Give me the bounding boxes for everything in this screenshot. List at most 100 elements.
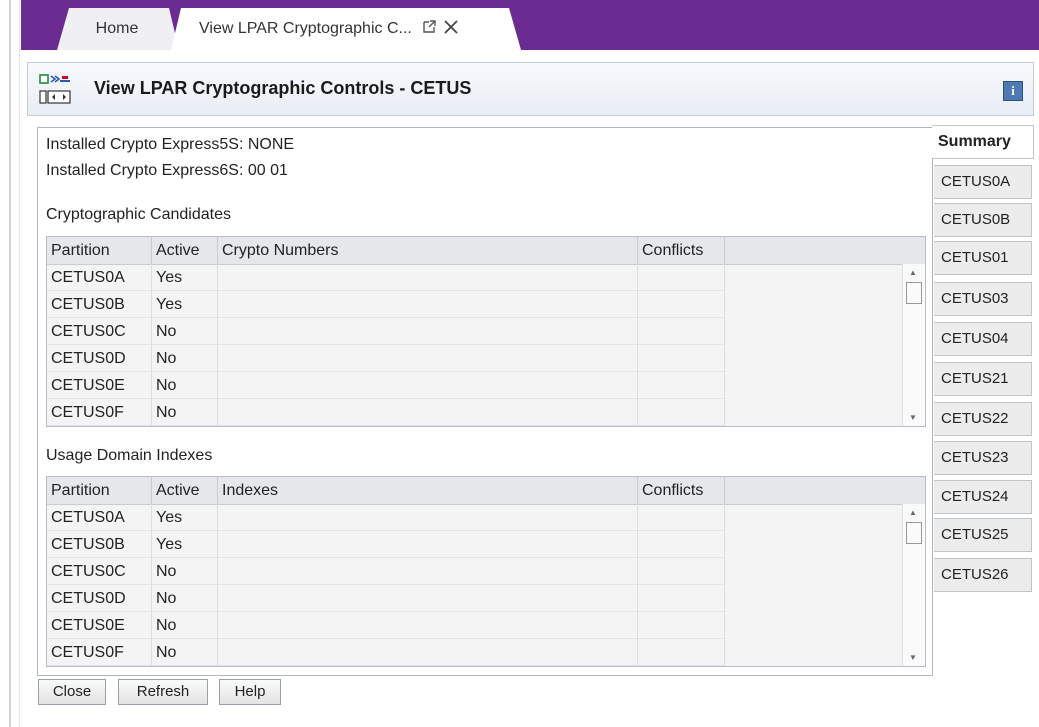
partition-cell: CETUS0D	[47, 585, 152, 612]
close-button[interactable]: Close	[38, 679, 106, 705]
scroll-down-icon[interactable]: ▼	[909, 653, 917, 662]
indexes-cell	[218, 531, 638, 558]
crypto-express6s-info: Installed Crypto Express6S: 00 01	[46, 162, 288, 179]
column-header[interactable]: Active	[152, 237, 218, 264]
scroll-thumb[interactable]	[906, 522, 922, 544]
table-row[interactable]: CETUS0D No	[47, 345, 907, 372]
crypto-numbers-cell	[218, 399, 638, 426]
active-cell: Yes	[152, 504, 218, 531]
table-row[interactable]: CETUS0B Yes	[47, 291, 907, 318]
side-tab-summary[interactable]: Summary	[932, 125, 1034, 159]
column-header[interactable]: Active	[152, 477, 218, 504]
column-header[interactable]: Partition	[47, 237, 152, 264]
column-header[interactable]: Conflicts	[638, 477, 725, 504]
table-row[interactable]: CETUS0F No	[47, 399, 907, 426]
indexes-cell	[218, 639, 638, 666]
table-header: Partition Active Indexes Conflicts	[47, 477, 925, 505]
table-row[interactable]: CETUS0C No	[47, 318, 907, 345]
side-tab-cetus26[interactable]: CETUS26	[934, 558, 1032, 592]
table-row[interactable]: CETUS0A Yes	[47, 504, 907, 531]
active-cell: Yes	[152, 291, 218, 318]
partition-cell: CETUS0B	[47, 531, 152, 558]
side-tab-cetus01[interactable]: CETUS01	[934, 241, 1032, 275]
side-tab-cetus04[interactable]: CETUS04	[934, 322, 1032, 356]
table-row[interactable]: CETUS0C No	[47, 558, 907, 585]
active-cell: No	[152, 372, 218, 399]
crypto-numbers-cell	[218, 264, 638, 291]
help-button[interactable]: Help	[219, 679, 281, 705]
scroll-up-icon[interactable]: ▲	[909, 268, 917, 277]
summary-panel: Installed Crypto Express5S: NONE Install…	[37, 127, 933, 676]
active-cell: No	[152, 318, 218, 345]
page-header: View LPAR Cryptographic Controls - CETUS…	[27, 62, 1034, 116]
conflicts-cell	[638, 612, 725, 639]
crypto-numbers-cell	[218, 372, 638, 399]
active-cell: No	[152, 585, 218, 612]
side-tab-cetus23[interactable]: CETUS23	[934, 441, 1032, 475]
table-row[interactable]: CETUS0A Yes	[47, 264, 907, 291]
candidates-scrollbar[interactable]: ▲ ▼	[902, 264, 925, 426]
conflicts-cell	[638, 639, 725, 666]
conflicts-cell	[638, 504, 725, 531]
conflicts-cell	[638, 558, 725, 585]
column-header[interactable]: Partition	[47, 477, 152, 504]
table-row[interactable]: CETUS0F No	[47, 639, 907, 666]
side-tab-cetus0a[interactable]: CETUS0A	[934, 165, 1032, 199]
scroll-up-icon[interactable]: ▲	[909, 508, 917, 517]
crypto-numbers-cell	[218, 291, 638, 318]
active-cell: No	[152, 345, 218, 372]
conflicts-cell	[638, 318, 725, 345]
popout-icon[interactable]	[422, 19, 437, 39]
scroll-down-icon[interactable]: ▼	[909, 413, 917, 422]
tab-home-label: Home	[95, 20, 139, 37]
partition-cell: CETUS0D	[47, 345, 152, 372]
table-row[interactable]: CETUS0E No	[47, 612, 907, 639]
side-tab-cetus03[interactable]: CETUS03	[934, 282, 1032, 316]
candidates-heading: Cryptographic Candidates	[46, 206, 231, 223]
partition-cell: CETUS0A	[47, 504, 152, 531]
partition-cell: CETUS0C	[47, 318, 152, 345]
tab-home[interactable]: Home	[57, 8, 177, 50]
side-tab-cetus0b[interactable]: CETUS0B	[934, 203, 1032, 237]
side-tab-cetus22[interactable]: CETUS22	[934, 402, 1032, 436]
indexes-cell	[218, 504, 638, 531]
refresh-button[interactable]: Refresh	[118, 679, 208, 705]
tab-view-lpar-label: View LPAR Cryptographic C...	[199, 20, 412, 37]
active-cell: No	[152, 612, 218, 639]
page-title: View LPAR Cryptographic Controls - CETUS	[94, 78, 472, 98]
tab-view-lpar[interactable]: View LPAR Cryptographic C...	[171, 8, 521, 50]
active-cell: Yes	[152, 531, 218, 558]
candidates-table: Partition Active Crypto Numbers Conflict…	[46, 236, 926, 427]
column-header[interactable]: Conflicts	[638, 237, 725, 264]
side-tab-cetus24[interactable]: CETUS24	[934, 480, 1032, 514]
partition-cell: CETUS0E	[47, 372, 152, 399]
usage-scrollbar[interactable]: ▲ ▼	[902, 504, 925, 666]
table-header: Partition Active Crypto Numbers Conflict…	[47, 237, 925, 265]
conflicts-cell	[638, 531, 725, 558]
table-row[interactable]: CETUS0B Yes	[47, 531, 907, 558]
tab-bar: Home View LPAR Cryptographic C...	[21, 0, 1039, 50]
indexes-cell	[218, 585, 638, 612]
conflicts-cell	[638, 345, 725, 372]
active-cell: No	[152, 399, 218, 426]
side-tab-cetus25[interactable]: CETUS25	[934, 518, 1032, 552]
active-cell: No	[152, 558, 218, 585]
frame-border	[9, 0, 11, 727]
close-icon[interactable]	[443, 18, 459, 41]
conflicts-cell	[638, 399, 725, 426]
conflicts-cell	[638, 372, 725, 399]
info-icon[interactable]: i	[1003, 81, 1023, 101]
table-row[interactable]: CETUS0D No	[47, 585, 907, 612]
table-row[interactable]: CETUS0E No	[47, 372, 907, 399]
conflicts-cell	[638, 264, 725, 291]
indexes-cell	[218, 612, 638, 639]
frame-border-inner	[19, 0, 20, 727]
scroll-thumb[interactable]	[906, 282, 922, 304]
usage-heading: Usage Domain Indexes	[46, 447, 213, 464]
column-header[interactable]: Crypto Numbers	[218, 237, 638, 264]
usage-domain-table: Partition Active Indexes Conflicts CETUS…	[46, 476, 926, 667]
indexes-cell	[218, 558, 638, 585]
conflicts-cell	[638, 585, 725, 612]
side-tab-cetus21[interactable]: CETUS21	[934, 362, 1032, 396]
column-header[interactable]: Indexes	[218, 477, 638, 504]
